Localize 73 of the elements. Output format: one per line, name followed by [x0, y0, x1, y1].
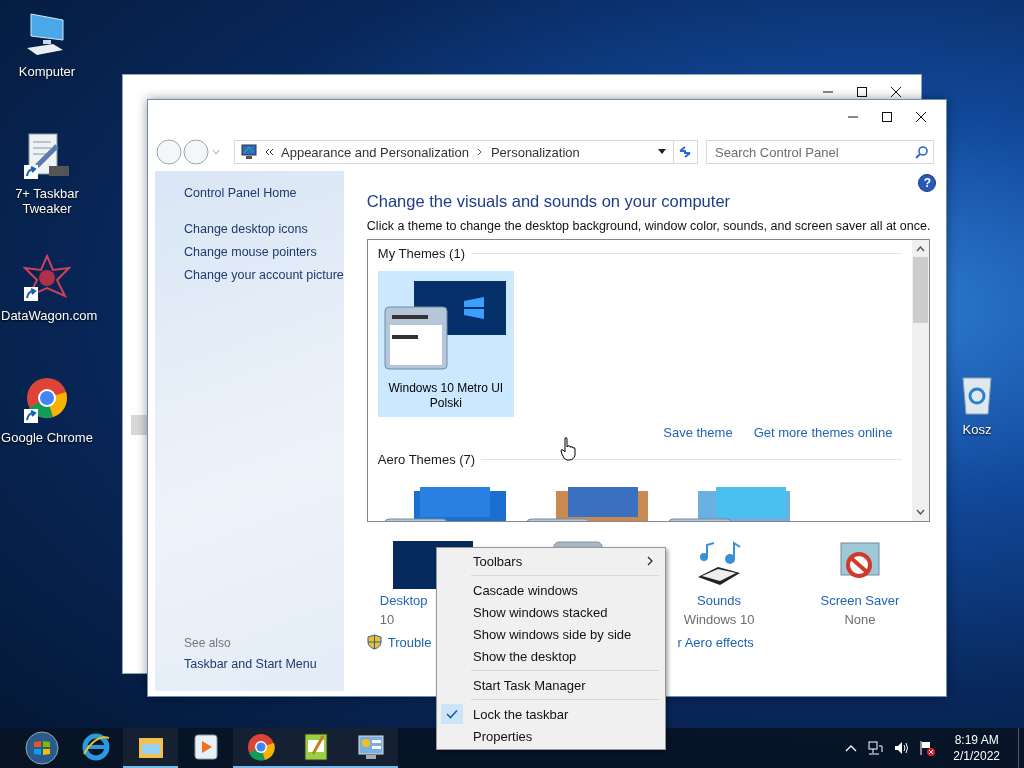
- menu-item[interactable]: Lock the taskbar: [439, 703, 663, 725]
- page-description: Click a theme to change the desktop background, window color, sounds, and screen saver all at once.: [366, 219, 931, 233]
- menu-item[interactable]: Cascade windows: [439, 579, 663, 601]
- setting-value: Windows 10: [683, 612, 755, 627]
- monitor-icon: [241, 144, 257, 160]
- footer-link[interactable]: Trouble: [387, 634, 432, 650]
- desktop-icon-label: 7+ Taskbar Tweaker: [14, 186, 80, 216]
- volume-icon[interactable]: [893, 740, 910, 756]
- menu-item[interactable]: Show the desktop: [439, 645, 663, 667]
- scroll-up-icon[interactable]: [916, 246, 926, 252]
- dropdown-arrow-icon[interactable]: [657, 149, 667, 155]
- checkmark-icon: [446, 709, 458, 719]
- sidebar-link[interactable]: Change your account picture: [184, 267, 344, 284]
- desktop-icon-label: Kosz: [961, 422, 993, 437]
- chevron-up-icon[interactable]: [845, 744, 858, 752]
- chrome-icon: [245, 732, 276, 762]
- theme-group-heading: My Themes (1): [377, 245, 465, 261]
- maximize-icon[interactable]: [881, 111, 893, 123]
- double-chevron-icon[interactable]: [264, 147, 274, 157]
- refresh-arrows-icon: [678, 145, 692, 159]
- clock-time: 8:19 AM: [954, 732, 999, 748]
- search-icon[interactable]: [915, 145, 929, 159]
- sidebar-link[interactable]: Change mouse pointers: [184, 244, 344, 261]
- taskbar-button[interactable]: [343, 728, 398, 768]
- scroll-thumb[interactable]: [913, 257, 929, 323]
- search-field[interactable]: Search Control Panel: [706, 140, 934, 164]
- maximize-icon[interactable]: [856, 86, 868, 98]
- address-bar[interactable]: Appearance and Personalization Personalization: [234, 140, 674, 164]
- help-button[interactable]: ?: [918, 174, 937, 192]
- theme-group-heading: Aero Themes (7): [377, 451, 476, 467]
- network-icon[interactable]: [867, 740, 884, 756]
- sidebar-link[interactable]: Control Panel Home: [184, 185, 344, 202]
- setting-link[interactable]: Screen Saver: [820, 593, 900, 608]
- theme-link[interactable]: Get more themes online: [753, 425, 893, 440]
- theme-tile[interactable]: Windows 10 Metro UI Polski: [377, 271, 514, 417]
- theme-link[interactable]: Save theme: [663, 425, 733, 440]
- taskbar-button[interactable]: [123, 728, 178, 768]
- clock[interactable]: 8:19 AM 2/1/2022: [945, 732, 1008, 764]
- menu-item[interactable]: Start Task Manager: [439, 674, 663, 696]
- desktop-icon-label: Komputer: [17, 64, 77, 79]
- start-orb-icon[interactable]: [25, 731, 59, 765]
- page-heading: Change the visuals and sounds on your computer: [366, 192, 732, 211]
- menu-item[interactable]: Show windows side by side: [439, 623, 663, 645]
- menu-item[interactable]: Toolbars: [439, 550, 663, 572]
- flag-icon[interactable]: [919, 740, 936, 756]
- menu-item[interactable]: Show windows stacked: [439, 601, 663, 623]
- breadcrumb-link[interactable]: Personalization: [490, 144, 580, 160]
- close-icon[interactable]: [890, 86, 902, 98]
- sidebar-link[interactable]: Taskbar and Start Menu: [184, 656, 344, 673]
- wrench-document-icon[interactable]: [23, 132, 71, 180]
- close-icon[interactable]: [915, 111, 927, 123]
- setting-link[interactable]: Desktop: [379, 593, 428, 608]
- star-pattern-icon[interactable]: [23, 254, 71, 302]
- chevron-right-icon[interactable]: [475, 147, 484, 157]
- setting-value: 10: [379, 612, 395, 627]
- setting-value: None: [844, 612, 876, 627]
- scroll-down-icon[interactable]: [916, 509, 926, 515]
- menu-item[interactable]: Properties: [439, 725, 663, 747]
- shield-icon: [366, 634, 382, 650]
- desktop-icon-label: Google Chrome: [1, 430, 93, 445]
- letter-e-icon: [80, 732, 111, 762]
- refresh-button[interactable]: [673, 140, 698, 164]
- taskbar-button[interactable]: [233, 728, 288, 768]
- footer-link[interactable]: r Aero effects: [677, 634, 754, 650]
- breadcrumb-link[interactable]: Appearance and Personalization: [281, 144, 469, 160]
- control-panel-icon: [355, 732, 386, 762]
- theme-name: Windows 10 Metro UI Polski: [387, 381, 505, 411]
- setting-link[interactable]: Sounds: [697, 593, 742, 608]
- clock-date: 2/1/2022: [953, 748, 1000, 764]
- hand-cursor-icon: [560, 437, 576, 461]
- see-also-heading: See also: [184, 636, 232, 650]
- scroll-bar[interactable]: [912, 240, 930, 521]
- sidebar-link[interactable]: Change desktop icons: [184, 221, 344, 238]
